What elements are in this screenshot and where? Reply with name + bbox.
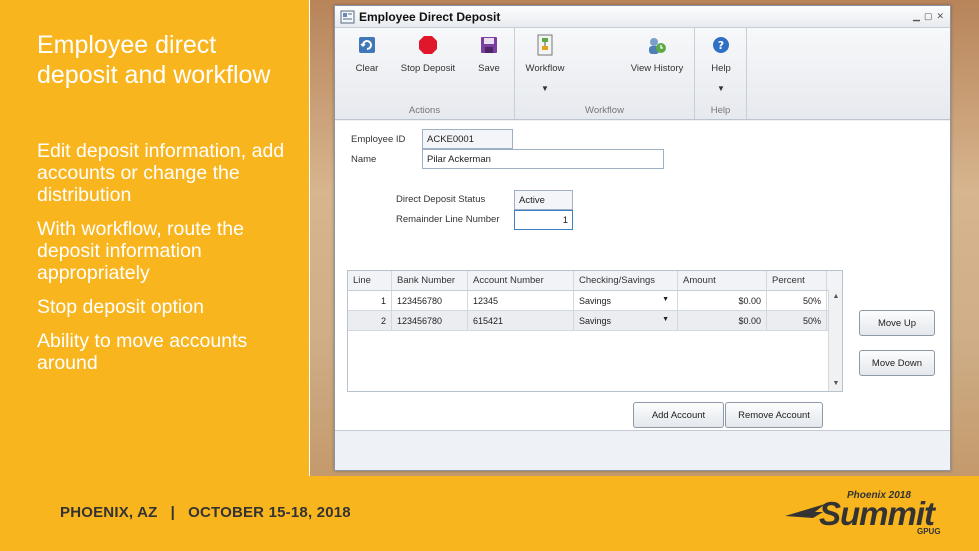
window-controls: ▁ ▢ ✕ — [913, 11, 950, 22]
percent-cell[interactable]: 50% — [767, 291, 827, 310]
amount-cell[interactable]: $0.00 — [678, 311, 767, 330]
close-icon[interactable]: ✕ — [936, 11, 944, 22]
move-up-button[interactable]: Move Up — [859, 310, 935, 336]
employee-id-label: Employee ID — [351, 134, 406, 145]
slide-text-panel: Employee direct deposit and workflow Edi… — [0, 0, 310, 476]
summit-logo: Phoenix 2018 Summit GPUG — [785, 490, 965, 540]
employee-id-field[interactable]: ACKE0001 — [422, 129, 513, 149]
remove-account-button[interactable]: Remove Account — [725, 402, 823, 428]
clear-icon — [356, 34, 378, 56]
account-number-cell[interactable]: 615421 — [468, 311, 574, 330]
checking-savings-select[interactable]: Savings ▼ — [574, 311, 678, 330]
bank-number-cell[interactable]: 123456780 — [392, 311, 468, 330]
scroll-down-icon[interactable]: ▼ — [829, 377, 843, 391]
ribbon-toolbar: Clear Stop Deposit Save Actions Workflow… — [335, 28, 950, 120]
logo-org: GPUG — [917, 527, 941, 536]
ribbon-group-help: ? Help ▼ Help — [695, 28, 747, 119]
stop-sign-icon — [417, 34, 439, 56]
scroll-up-icon[interactable]: ▲ — [829, 290, 843, 304]
view-history-icon — [646, 34, 668, 56]
svg-text:?: ? — [718, 39, 724, 52]
bank-number-cell[interactable]: 123456780 — [392, 291, 468, 310]
name-label: Name — [351, 154, 377, 165]
table-row[interactable]: 2 123456780 615421 Savings ▼ $0.00 50% — [348, 311, 842, 331]
column-header[interactable]: Amount — [678, 271, 767, 290]
maximize-icon[interactable]: ▢ — [924, 11, 933, 22]
window-app-icon — [340, 10, 355, 23]
account-number-cell[interactable]: 12345 — [468, 291, 574, 310]
amount-cell[interactable]: $0.00 — [678, 291, 767, 310]
bullet-item: Edit deposit information, add accounts o… — [37, 140, 285, 206]
save-disk-icon — [478, 34, 500, 56]
bullet-item: Ability to move accounts around — [37, 330, 248, 374]
bullet-item: With workflow, route the deposit informa… — [37, 218, 244, 284]
group-label-help: Help — [710, 105, 731, 116]
employee-direct-deposit-window: Employee Direct Deposit ▁ ▢ ✕ Clear Stop… — [334, 5, 951, 471]
chevron-down-icon: ▼ — [662, 316, 669, 323]
save-button[interactable]: Save — [469, 34, 509, 74]
deposit-form: Employee ID ACKE0001 Name Pilar Ackerman… — [335, 121, 950, 431]
line-cell: 2 — [348, 311, 392, 330]
column-header[interactable]: Checking/Savings — [574, 271, 678, 290]
clear-button[interactable]: Clear — [345, 34, 389, 74]
line-cell: 1 — [348, 291, 392, 310]
ribbon-group-workflow: Workflow ▼ View History Workflow — [515, 28, 695, 119]
stop-deposit-button[interactable]: Stop Deposit — [397, 34, 459, 74]
title-bar: Employee Direct Deposit ▁ ▢ ✕ — [335, 6, 950, 28]
table-row[interactable]: 1 123456780 12345 Savings ▼ $0.00 50% — [348, 291, 842, 311]
view-history-button[interactable]: View History — [625, 34, 689, 74]
remainder-line-field[interactable]: 1 — [514, 210, 573, 230]
add-account-button[interactable]: Add Account — [633, 402, 724, 428]
percent-cell[interactable]: 50% — [767, 311, 827, 330]
ribbon-group-actions: Clear Stop Deposit Save Actions — [335, 28, 515, 119]
event-location-date: PHOENIX, AZ | OCTOBER 15-18, 2018 — [60, 504, 351, 521]
footer-bar: PHOENIX, AZ | OCTOBER 15-18, 2018 Phoeni… — [0, 476, 979, 551]
move-down-button[interactable]: Move Down — [859, 350, 935, 376]
help-icon: ? — [710, 34, 732, 56]
column-header[interactable]: Percent — [767, 271, 827, 290]
remainder-line-label: Remainder Line Number — [396, 214, 500, 225]
status-bar — [335, 430, 950, 470]
group-label-workflow: Workflow — [585, 105, 624, 116]
name-field[interactable]: Pilar Ackerman — [422, 149, 664, 169]
accounts-grid: Line Bank Number Account Number Checking… — [347, 270, 843, 392]
workflow-icon — [534, 34, 556, 56]
minimize-icon[interactable]: ▁ — [913, 11, 920, 22]
help-dropdown-caret: ▼ — [717, 84, 725, 93]
slide-bullets: Edit deposit information, add accounts o… — [37, 140, 302, 386]
column-header[interactable]: Bank Number — [392, 271, 468, 290]
column-header[interactable]: Account Number — [468, 271, 574, 290]
checking-savings-select[interactable]: Savings ▼ — [574, 291, 678, 310]
window-title: Employee Direct Deposit — [359, 9, 501, 24]
grid-header: Line Bank Number Account Number Checking… — [348, 271, 842, 291]
slide-title: Employee direct deposit and workflow — [37, 31, 271, 89]
deposit-status-field[interactable]: Active — [514, 190, 573, 210]
bullet-item: Stop deposit option — [37, 296, 204, 318]
workflow-button[interactable]: Workflow ▼ — [521, 34, 569, 93]
grid-scrollbar[interactable]: ▲ ▼ — [828, 290, 842, 391]
workflow-dropdown-caret: ▼ — [541, 84, 549, 93]
column-header[interactable]: Line — [348, 271, 392, 290]
chevron-down-icon: ▼ — [662, 296, 669, 303]
deposit-status-label: Direct Deposit Status — [396, 194, 486, 205]
group-label-actions: Actions — [408, 105, 441, 116]
help-button[interactable]: ? Help ▼ — [699, 34, 743, 93]
